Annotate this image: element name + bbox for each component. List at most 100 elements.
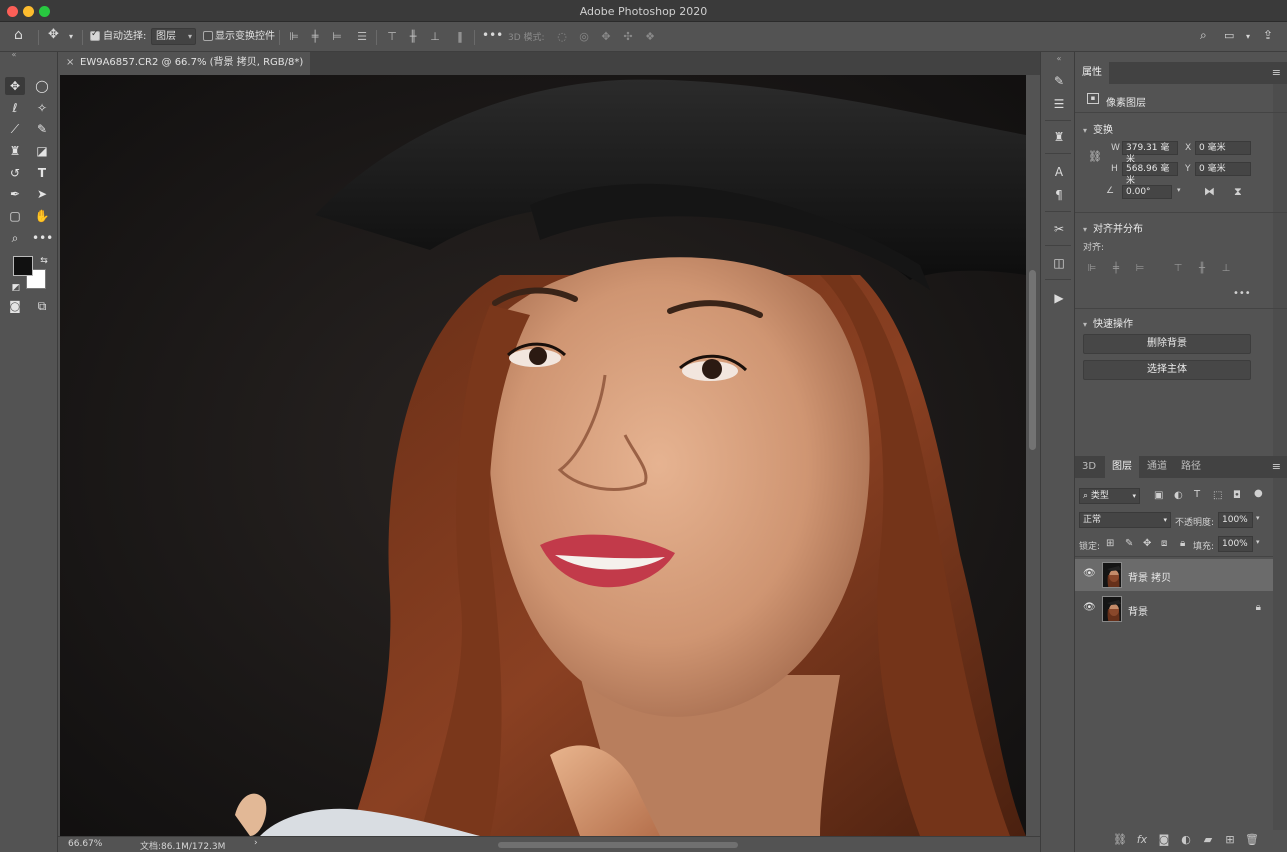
- brush-settings-icon[interactable]: ✎: [1050, 72, 1068, 90]
- 3d-roll-icon[interactable]: ◎: [578, 30, 590, 44]
- align-left-edges-icon[interactable]: ⊫: [288, 30, 300, 44]
- document-canvas[interactable]: [60, 75, 1026, 836]
- share-icon[interactable]: ⇪: [1263, 27, 1273, 43]
- 3d-slide-icon[interactable]: ✣: [622, 30, 634, 44]
- 3d-orbit-icon[interactable]: ◌: [556, 30, 568, 44]
- canvas-vertical-scrollbar[interactable]: [1026, 75, 1040, 836]
- lock-all-icon[interactable]: 🔒︎: [1180, 538, 1185, 549]
- align-top-edges-icon[interactable]: ⊤: [1172, 263, 1184, 275]
- link-icon[interactable]: ⛓: [1088, 150, 1102, 163]
- lock-transparent-icon[interactable]: ⊞: [1106, 538, 1114, 549]
- filter-type-icon[interactable]: T: [1194, 489, 1200, 500]
- layers-scrollbar[interactable]: [1273, 478, 1287, 830]
- more-options-icon[interactable]: •••: [482, 27, 503, 43]
- angle-field[interactable]: 0.00°: [1122, 185, 1172, 199]
- align-horizontal-centers-icon[interactable]: ╪: [309, 30, 321, 44]
- pen-tool-icon[interactable]: ✒: [5, 185, 25, 203]
- tab-layers[interactable]: 图层: [1105, 456, 1139, 478]
- fill-field[interactable]: 100%: [1218, 536, 1253, 552]
- align-horizontal-centers-icon[interactable]: ╪: [1110, 263, 1122, 275]
- layer-filter-select[interactable]: ⌕ 类型 ▾: [1079, 488, 1140, 504]
- align-section-title[interactable]: ▾ 对齐并分布: [1083, 220, 1143, 235]
- filter-pixel-icon[interactable]: ▣: [1154, 490, 1163, 501]
- x-field[interactable]: 0 毫米: [1195, 141, 1251, 155]
- y-field[interactable]: 0 毫米: [1195, 162, 1251, 176]
- home-icon[interactable]: ⌂: [14, 27, 23, 43]
- character-icon[interactable]: A: [1050, 163, 1068, 181]
- lock-icon[interactable]: 🔒︎: [1256, 602, 1261, 613]
- more-options-icon[interactable]: •••: [1233, 288, 1251, 299]
- align-vertical-centers-icon[interactable]: ╫: [1196, 263, 1208, 275]
- eye-icon[interactable]: 👁︎: [1083, 568, 1096, 579]
- lasso-tool-icon[interactable]: ℓ: [5, 99, 25, 117]
- align-top-edges-icon[interactable]: ⊤: [386, 30, 398, 44]
- lock-position-icon[interactable]: ✥: [1143, 538, 1151, 549]
- zoom-level[interactable]: 66.67%: [68, 839, 102, 849]
- delete-layer-icon[interactable]: 🗑︎: [1245, 833, 1259, 846]
- transform-section-title[interactable]: ▾ 变换: [1083, 121, 1113, 136]
- expand-icon[interactable]: «: [1050, 50, 1068, 68]
- eyedropper-tool-icon[interactable]: ⟋: [5, 120, 25, 138]
- workspace-icon[interactable]: ▭: [1224, 28, 1234, 44]
- add-mask-icon[interactable]: ◙: [1157, 833, 1171, 846]
- edit-toolbar-icon[interactable]: •••: [32, 229, 53, 247]
- properties-scrollbar[interactable]: [1273, 74, 1287, 486]
- screen-mode-icon[interactable]: ⧉: [32, 297, 52, 315]
- distribute-horizontal-icon[interactable]: ‖: [454, 30, 466, 44]
- align-bottom-edges-icon[interactable]: ⊥: [429, 30, 441, 44]
- eye-icon[interactable]: 👁︎: [1083, 602, 1096, 613]
- tab-properties[interactable]: 属性: [1075, 62, 1109, 84]
- panel-menu-icon[interactable]: ≡: [1272, 66, 1281, 79]
- magic-wand-tool-icon[interactable]: ✧: [32, 99, 52, 117]
- paragraph-icon[interactable]: ¶: [1050, 186, 1068, 204]
- collapse-icon[interactable]: «: [4, 50, 24, 60]
- layer-row-background-copy[interactable]: 👁︎ 背景 拷贝: [1075, 559, 1273, 591]
- scrollbar-thumb[interactable]: [1029, 270, 1036, 450]
- flip-horizontal-icon[interactable]: ⧓: [1204, 185, 1215, 198]
- filter-shape-icon[interactable]: ⬚: [1213, 490, 1222, 501]
- hand-tool-icon[interactable]: ✋: [32, 207, 52, 225]
- tools-icon[interactable]: ✂: [1050, 220, 1068, 238]
- align-right-edges-icon[interactable]: ⊨: [331, 30, 343, 44]
- chevron-down-icon[interactable]: ▾: [1256, 538, 1260, 546]
- swap-colors-icon[interactable]: ⇆: [34, 252, 54, 270]
- new-layer-icon[interactable]: ⊞: [1223, 833, 1237, 846]
- eraser-tool-icon[interactable]: ◪: [32, 142, 52, 160]
- panel-menu-icon[interactable]: ≡: [1272, 460, 1281, 473]
- chevron-down-icon[interactable]: ▾: [1256, 514, 1260, 522]
- filter-smart-object-icon[interactable]: ◘: [1233, 490, 1241, 501]
- tab-paths[interactable]: 路径: [1174, 456, 1208, 478]
- select-subject-button[interactable]: 选择主体: [1083, 360, 1251, 380]
- new-group-icon[interactable]: ▰: [1201, 833, 1215, 846]
- rectangle-tool-icon[interactable]: ▢: [5, 207, 25, 225]
- distribute-vertical-icon[interactable]: ☰: [356, 30, 368, 44]
- auto-select-checkbox[interactable]: [90, 29, 100, 41]
- path-selection-tool-icon[interactable]: ➤: [32, 185, 52, 203]
- close-icon[interactable]: ×: [66, 52, 74, 74]
- quick-actions-section-title[interactable]: ▾ 快速操作: [1083, 315, 1133, 330]
- default-colors-icon[interactable]: ◩: [6, 279, 26, 297]
- tab-3d[interactable]: 3D: [1075, 456, 1103, 478]
- clone-stamp-tool-icon[interactable]: ♜: [5, 142, 25, 160]
- elliptical-marquee-tool-icon[interactable]: ◯: [32, 77, 52, 95]
- chevron-down-icon[interactable]: ▾: [69, 29, 73, 45]
- width-field[interactable]: 379.31 毫米: [1122, 141, 1178, 165]
- new-adjustment-layer-icon[interactable]: ◐: [1179, 833, 1193, 846]
- filter-toggle-icon[interactable]: ●: [1254, 488, 1263, 499]
- height-field[interactable]: 568.96 毫米: [1122, 162, 1178, 186]
- align-right-edges-icon[interactable]: ⊨: [1134, 263, 1146, 275]
- document-tab[interactable]: × EW9A6857.CR2 @ 66.7% (背景 拷贝, RGB/8*) *: [58, 52, 310, 90]
- foreground-color-swatch[interactable]: [13, 256, 33, 276]
- clone-source-icon[interactable]: ♜: [1050, 128, 1068, 146]
- history-brush-tool-icon[interactable]: ↺: [5, 164, 25, 182]
- remove-background-button[interactable]: 删除背景: [1083, 334, 1251, 354]
- zoom-tool-icon[interactable]: ⌕: [5, 229, 25, 247]
- align-bottom-edges-icon[interactable]: ⊥: [1220, 263, 1232, 275]
- 3d-pan-icon[interactable]: ✥: [600, 30, 612, 44]
- brush-tool-icon[interactable]: ✎: [32, 120, 52, 138]
- show-transform-checkbox[interactable]: [203, 31, 213, 41]
- horizontal-scrollbar-thumb[interactable]: [498, 842, 738, 848]
- align-left-edges-icon[interactable]: ⊫: [1086, 263, 1098, 275]
- quick-mask-icon[interactable]: ◙: [5, 297, 25, 315]
- move-tool-icon[interactable]: ✥: [5, 77, 25, 95]
